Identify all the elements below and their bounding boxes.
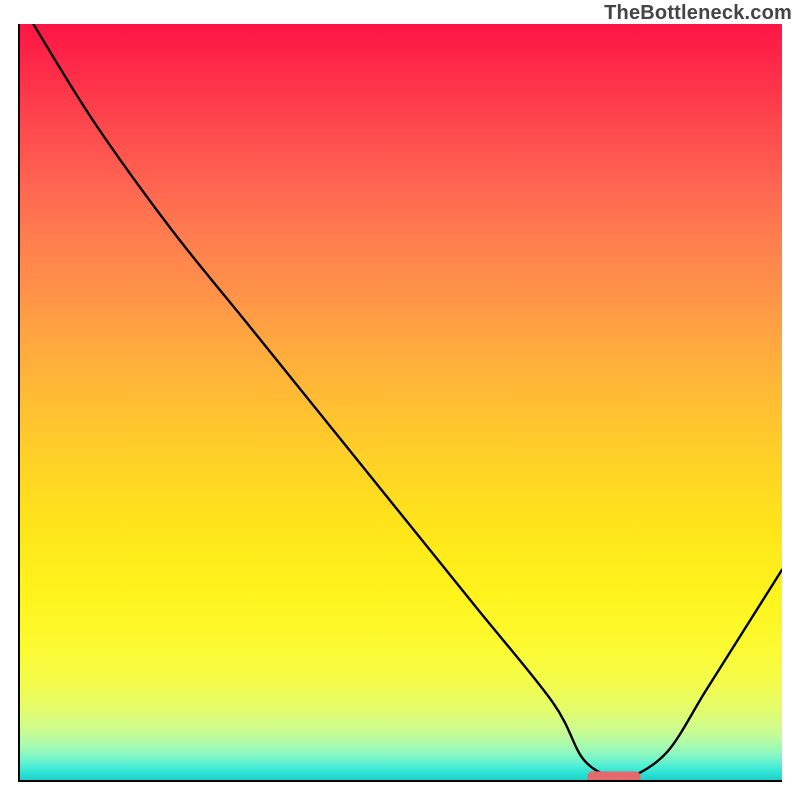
curve-svg [18,24,782,782]
watermark-text: TheBottleneck.com [604,2,792,25]
x-axis [18,780,782,782]
y-axis [18,24,20,782]
chart-container: TheBottleneck.com [0,0,800,800]
bottleneck-curve [33,24,782,781]
plot-area [18,24,782,782]
